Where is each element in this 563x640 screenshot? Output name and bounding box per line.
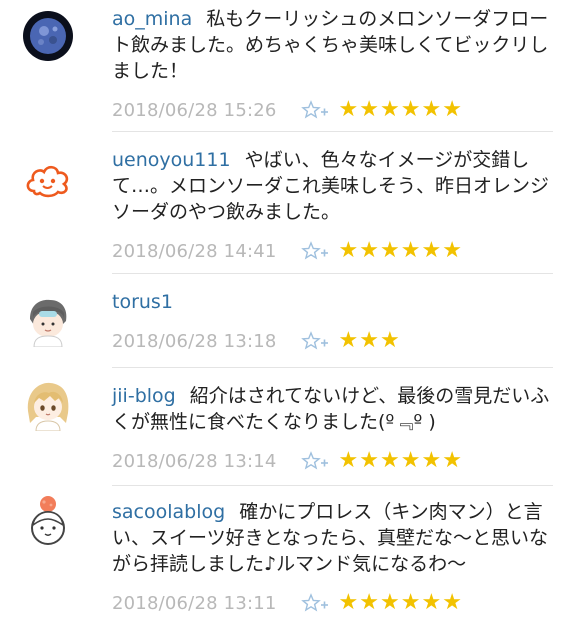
add-star-icon[interactable] — [300, 331, 329, 351]
star-rating: ★ ★ ★ ★ ★ ★ — [339, 240, 462, 262]
bun-girl-avatar-icon[interactable] — [22, 495, 74, 547]
star-icon[interactable]: ★ — [421, 240, 441, 262]
blonde-girl-avatar-icon[interactable] — [22, 379, 74, 431]
divider — [112, 273, 553, 274]
add-star-icon[interactable] — [300, 100, 329, 120]
star-icon[interactable]: ★ — [359, 240, 379, 262]
comment-text-block: sacoolablog 確かにプロレス（キン肉マン）と言い、スイーツ好きとなったら… — [112, 499, 553, 577]
star-icon[interactable]: ★ — [421, 592, 441, 614]
comment-text-block: jii-blog 紹介はされてないけど、最後の雪見だいふくが無性に食べたくなりまし… — [112, 383, 553, 435]
star-icon[interactable]: ★ — [339, 99, 359, 121]
username-link[interactable]: jii-blog — [112, 385, 176, 407]
divider — [112, 367, 553, 368]
comment-text-block: ao_mina 私もクーリッシュのメロンソーダフロート飲みました。めちゃくちゃ美味… — [112, 6, 553, 84]
star-rating: ★ ★ ★ ★ ★ ★ — [339, 450, 462, 472]
star-rating: ★ ★ ★ ★ ★ ★ — [339, 592, 462, 614]
timestamp[interactable]: 2018/06/28 13:18 — [112, 331, 277, 352]
star-icon[interactable]: ★ — [339, 450, 359, 472]
star-icon[interactable]: ★ — [421, 99, 441, 121]
timestamp[interactable]: 2018/06/28 14:41 — [112, 241, 277, 262]
comment-text-block: torus1 — [112, 289, 553, 315]
star-icon[interactable]: ★ — [359, 330, 379, 352]
star-icon[interactable]: ★ — [401, 450, 421, 472]
star-rating: ★ ★ ★ ★ ★ ★ — [339, 99, 462, 121]
username-link[interactable]: uenoyou111 — [112, 149, 231, 171]
comment-meta: 2018/06/28 14:41 ★ ★ ★ ★ ★ ★ — [112, 239, 553, 263]
blob-face-avatar-icon[interactable] — [22, 155, 74, 207]
star-icon[interactable]: ★ — [359, 450, 379, 472]
star-icon[interactable]: ★ — [380, 330, 400, 352]
star-icon[interactable]: ★ — [380, 240, 400, 262]
add-star-icon[interactable] — [300, 451, 329, 471]
username-link[interactable]: ao_mina — [112, 8, 192, 30]
star-icon[interactable]: ★ — [380, 592, 400, 614]
star-icon[interactable]: ★ — [442, 240, 462, 262]
username-link[interactable]: torus1 — [112, 291, 173, 313]
star-rating: ★ ★ ★ — [339, 330, 400, 352]
comment-meta: 2018/06/28 15:26 ★ ★ ★ ★ ★ ★ — [112, 98, 553, 122]
star-icon[interactable]: ★ — [380, 450, 400, 472]
star-icon[interactable]: ★ — [339, 330, 359, 352]
moon-avatar-icon[interactable] — [22, 10, 74, 62]
comment-meta: 2018/06/28 13:18 ★ ★ ★ — [112, 329, 553, 353]
star-icon[interactable]: ★ — [359, 592, 379, 614]
timestamp[interactable]: 2018/06/28 13:11 — [112, 593, 277, 614]
timestamp[interactable]: 2018/06/28 15:26 — [112, 100, 277, 121]
star-icon[interactable]: ★ — [421, 450, 441, 472]
comment-text: 紹介はされてないけど、最後の雪見だいふくが無性に食べたくなりました(º﹃º ) — [112, 385, 550, 433]
star-icon[interactable]: ★ — [442, 99, 462, 121]
comment-text-block: uenoyou111 やばい、色々なイメージが交錯して…。メロンソーダこれ美味しそ… — [112, 147, 553, 225]
star-icon[interactable]: ★ — [339, 240, 359, 262]
boy-avatar-icon[interactable] — [22, 295, 74, 347]
add-star-icon[interactable] — [300, 593, 329, 613]
star-icon[interactable]: ★ — [401, 240, 421, 262]
add-star-icon[interactable] — [300, 241, 329, 261]
star-icon[interactable]: ★ — [339, 592, 359, 614]
star-comment-list: ao_mina 私もクーリッシュのメロンソーダフロート飲みました。めちゃくちゃ美味… — [0, 0, 563, 640]
star-icon[interactable]: ★ — [401, 592, 421, 614]
comment-meta: 2018/06/28 13:14 ★ ★ ★ ★ ★ ★ — [112, 449, 553, 473]
star-icon[interactable]: ★ — [359, 99, 379, 121]
star-icon[interactable]: ★ — [401, 99, 421, 121]
comment-meta: 2018/06/28 13:11 ★ ★ ★ ★ ★ ★ — [112, 591, 553, 615]
star-icon[interactable]: ★ — [442, 450, 462, 472]
divider — [112, 485, 553, 486]
timestamp[interactable]: 2018/06/28 13:14 — [112, 451, 277, 472]
divider — [112, 131, 553, 132]
star-icon[interactable]: ★ — [380, 99, 400, 121]
star-icon[interactable]: ★ — [442, 592, 462, 614]
username-link[interactable]: sacoolablog — [112, 501, 225, 523]
